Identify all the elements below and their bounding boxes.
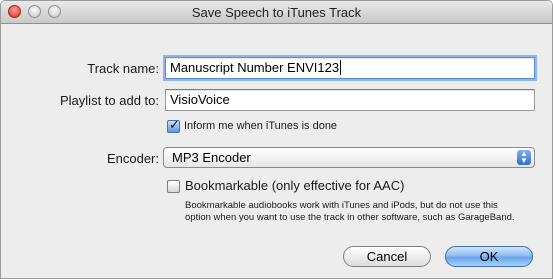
updown-arrows-icon: ▲ ▼ [517,150,531,165]
ok-button[interactable]: OK [445,246,533,267]
inform-checkbox-label: Inform me when iTunes is done [184,120,338,132]
track-name-label: Track name: [87,61,159,76]
track-name-value: Manuscript Number ENVI123 [170,60,340,75]
inform-checkbox[interactable]: ✓ [167,117,180,133]
save-dialog-window: Save Speech to iTunes Track Track name: … [0,0,553,279]
encoder-select[interactable]: MP3 Encoder ▲ ▼ [163,147,535,168]
playlist-label: Playlist to add to: [60,93,159,108]
bookmarkable-note-line-2: option when you want to use the track in… [185,212,515,223]
encoder-selected-value: MP3 Encoder [172,150,251,165]
cancel-button[interactable]: Cancel [343,246,431,267]
title-bar: Save Speech to iTunes Track [1,1,552,24]
bookmarkable-checkbox[interactable] [167,180,180,193]
track-name-input[interactable]: Manuscript Number ENVI123 [165,57,535,79]
bookmarkable-checkbox-label: Bookmarkable (only effective for AAC) [185,178,405,193]
checkmark-icon: ✓ [169,117,180,132]
text-caret [340,60,342,75]
bookmarkable-note-line-1: Bookmarkable audiobooks work with iTunes… [185,200,498,211]
playlist-input[interactable]: VisioVoice [165,89,535,111]
encoder-label: Encoder: [106,151,159,166]
playlist-value: VisioVoice [170,92,230,107]
window-title: Save Speech to iTunes Track [191,5,362,20]
